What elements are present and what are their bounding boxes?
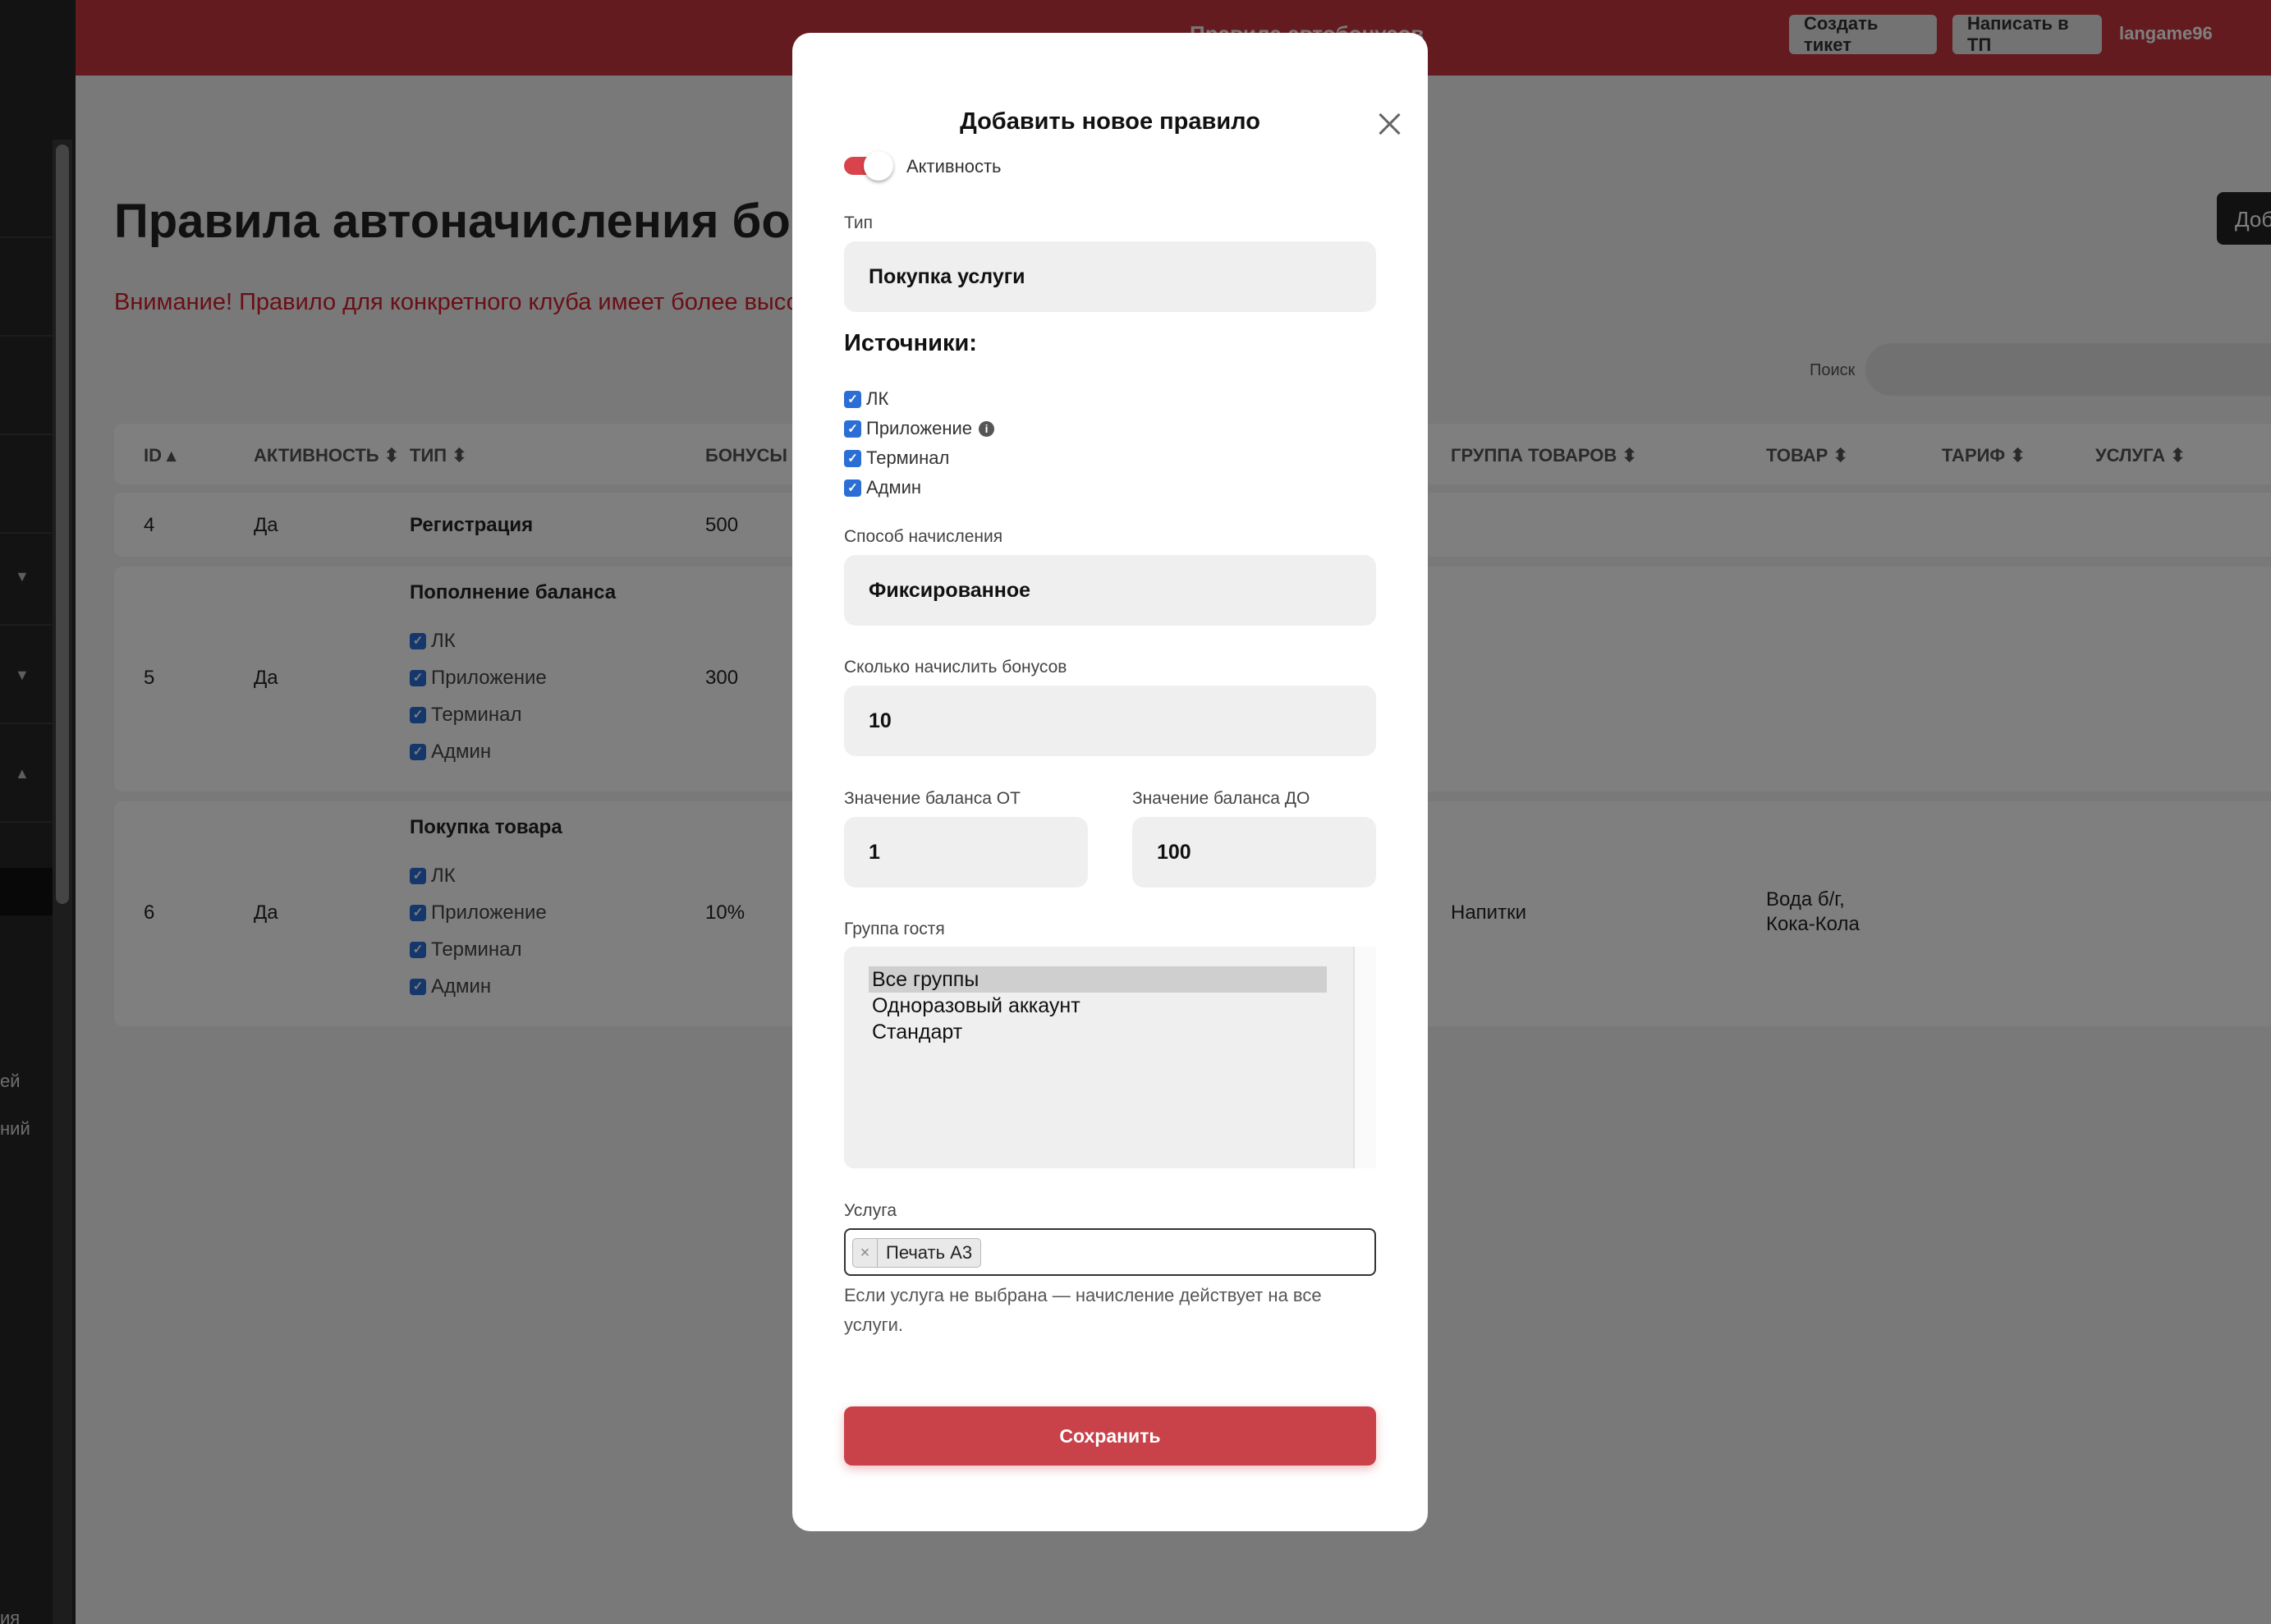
balance-to-label: Значение баланса ДО — [1132, 789, 1310, 808]
listbox-option-selected[interactable]: Все группы — [869, 966, 1327, 993]
listbox-option[interactable]: Одноразовый аккаунт — [869, 993, 1327, 1019]
service-label: Услуга — [844, 1201, 897, 1220]
source-checkbox[interactable]: ✓ Приложение i — [844, 414, 995, 443]
service-tag-label: Печать А3 — [886, 1242, 973, 1263]
active-toggle[interactable] — [844, 151, 893, 181]
listbox-option[interactable]: Стандарт — [869, 1019, 1327, 1045]
source-label: Админ — [866, 477, 922, 498]
service-multiselect[interactable]: × Печать А3 — [844, 1228, 1376, 1276]
balance-from-label: Значение баланса ОТ — [844, 789, 1021, 808]
listbox-scrollbar[interactable] — [1353, 947, 1376, 1168]
checkbox-checked-icon[interactable]: ✓ — [844, 479, 861, 497]
method-label: Способ начисления — [844, 527, 1003, 546]
close-icon[interactable] — [1377, 112, 1402, 136]
method-select[interactable]: Фиксированное — [844, 555, 1376, 626]
guest-group-listbox[interactable]: Все группы Одноразовый аккаунт Стандарт — [844, 947, 1376, 1168]
source-checkbox[interactable]: ✓ ЛК — [844, 384, 994, 414]
type-select[interactable]: Покупка услуги — [844, 241, 1376, 312]
sources-checkbox-list: ✓ ЛК ✓ Приложение i ✓ Терминал ✓ Админ — [844, 384, 995, 502]
source-checkbox[interactable]: ✓ Админ — [844, 473, 994, 502]
source-checkbox[interactable]: ✓ Терминал — [844, 443, 994, 473]
sources-heading: Источники: — [844, 330, 977, 356]
amount-input[interactable]: 10 — [844, 686, 1376, 756]
balance-from-input[interactable]: 1 — [844, 817, 1088, 888]
remove-tag-icon[interactable]: × — [853, 1239, 878, 1267]
save-button[interactable]: Сохранить — [844, 1406, 1376, 1466]
add-rule-modal: Добавить новое правило Активность Тип По… — [792, 33, 1428, 1531]
info-icon[interactable]: i — [979, 420, 995, 437]
active-label: Активность — [906, 156, 1002, 177]
checkbox-checked-icon[interactable]: ✓ — [844, 420, 861, 438]
balance-to-input[interactable]: 100 — [1132, 817, 1376, 888]
service-help-text: Если услуга не выбрана — начисление дейс… — [844, 1285, 1322, 1335]
guest-group-label: Группа гостя — [844, 920, 945, 938]
type-label: Тип — [844, 213, 874, 232]
modal-title: Добавить новое правило — [960, 108, 1260, 135]
toggle-knob — [864, 151, 893, 181]
source-label: ЛК — [866, 388, 889, 409]
service-tag: × Печать А3 — [852, 1238, 982, 1268]
checkbox-checked-icon[interactable]: ✓ — [844, 390, 861, 408]
checkbox-checked-icon[interactable]: ✓ — [844, 449, 861, 467]
amount-label: Сколько начислить бонусов — [844, 658, 1067, 677]
source-label: Приложение — [866, 418, 973, 438]
source-label: Терминал — [866, 447, 950, 468]
